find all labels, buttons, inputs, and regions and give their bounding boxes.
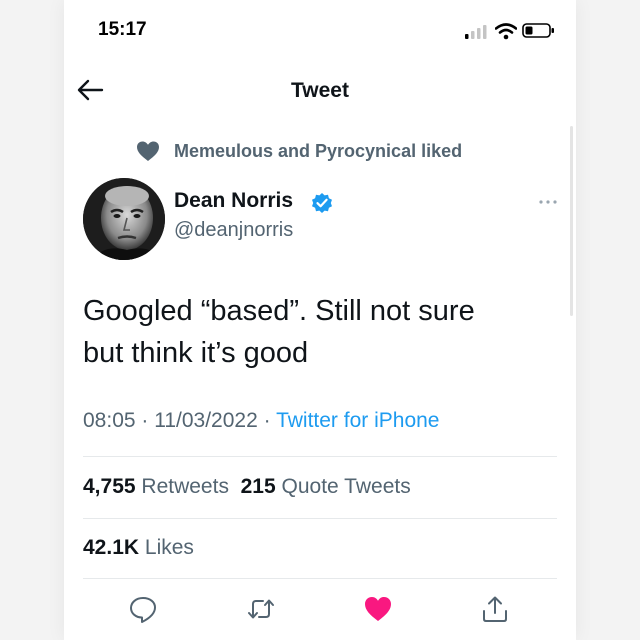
- social-context-text: Memeulous and Pyrocynical liked: [174, 141, 463, 161]
- tweet-text-line: but think it’s good: [83, 337, 309, 369]
- wifi-icon: [495, 23, 517, 40]
- tweet-text-line: Googled “based”. Still not sure: [83, 295, 475, 327]
- quotes-label: Quote Tweets: [281, 475, 411, 498]
- retweets-count: 4,755: [83, 475, 136, 498]
- tweet-text: Googled “based”. Still not sure but thin…: [83, 290, 553, 374]
- like-icon[interactable]: [363, 594, 393, 624]
- retweets-label: Retweets: [141, 475, 229, 498]
- author-name[interactable]: Dean Norris: [174, 189, 293, 213]
- tweet-metadata: 08:05 · 11/03/2022 · Twitter for iPhone: [83, 409, 440, 432]
- likes-count: 42.1K: [83, 536, 140, 559]
- quotes-count: 215: [240, 475, 276, 498]
- page-title: Tweet: [291, 79, 349, 102]
- share-icon[interactable]: [480, 594, 510, 624]
- status-time: 15:17: [98, 19, 147, 40]
- divider: [83, 456, 557, 457]
- likes-stat[interactable]: 42.1K Likes: [83, 536, 194, 560]
- status-bar: 15:17: [64, 0, 576, 60]
- tweet-source-link[interactable]: Twitter for iPhone: [276, 409, 439, 432]
- scrollbar[interactable]: [570, 126, 573, 316]
- heart-icon: [137, 141, 159, 161]
- quote-tweets-stat[interactable]: 215 Quote Tweets: [241, 475, 411, 498]
- tweet-date[interactable]: 11/03/2022: [154, 409, 258, 432]
- likes-label: Likes: [144, 536, 194, 559]
- avatar[interactable]: [83, 178, 165, 260]
- more-options-icon[interactable]: [534, 192, 562, 212]
- retweets-stat[interactable]: 4,755 Retweets: [83, 475, 229, 498]
- stats-row: 4,755 Retweets 215 Quote Tweets: [83, 475, 411, 499]
- avatar-photo: [83, 178, 165, 260]
- author-handle[interactable]: @deanjnorris: [174, 219, 293, 242]
- phone-screen: 15:17 Tweet Memeulous and Pyrocynical li…: [64, 0, 576, 640]
- battery-icon: [522, 23, 554, 38]
- divider: [83, 518, 557, 519]
- status-icons: [464, 22, 564, 42]
- nav-bar: Tweet: [64, 66, 576, 114]
- action-bar: [64, 590, 576, 630]
- tweet-time[interactable]: 08:05: [83, 409, 136, 432]
- reply-icon[interactable]: [128, 594, 158, 624]
- verified-badge-icon: [312, 193, 332, 213]
- signal-icon: [465, 25, 487, 39]
- divider: [83, 578, 557, 579]
- retweet-icon[interactable]: [246, 594, 276, 624]
